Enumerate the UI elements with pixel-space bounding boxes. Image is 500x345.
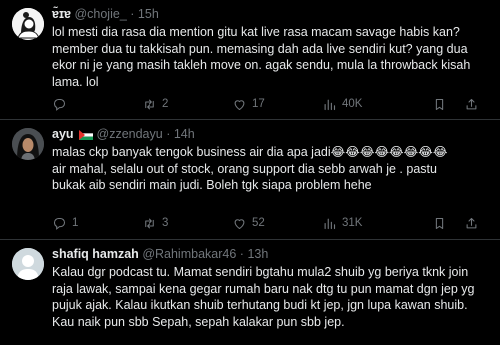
separator-dot: · bbox=[130, 7, 135, 21]
tweet-header: shafiq hamzah @Rahimbakar46 · 13h bbox=[52, 246, 268, 262]
reply-icon bbox=[52, 97, 67, 112]
action-bar: 1 3 52 31K bbox=[52, 214, 492, 232]
bookmark-button[interactable] bbox=[432, 214, 447, 232]
tweet[interactable]: ayu @zzendayu · 14h malas ckp banyak ten… bbox=[0, 120, 500, 240]
tweet-text: Kalau dgr podcast tu. Mamat sendiri bgta… bbox=[52, 265, 475, 329]
timestamp[interactable]: 13h bbox=[247, 247, 268, 261]
share-button[interactable] bbox=[464, 214, 479, 232]
repost-count: 3 bbox=[162, 217, 169, 229]
views-icon bbox=[322, 216, 337, 231]
repost-button[interactable]: 2 bbox=[142, 95, 168, 113]
avatar[interactable] bbox=[12, 128, 44, 160]
reply-count: 1 bbox=[72, 217, 79, 229]
avatar-photo bbox=[12, 128, 44, 160]
repost-count: 2 bbox=[162, 98, 169, 110]
views-icon bbox=[322, 97, 337, 112]
tweet[interactable]: ɐ̃ɪɐ @chojie_ · 15h lol mesti dia rasa d… bbox=[0, 0, 500, 120]
repost-icon bbox=[142, 97, 157, 112]
repost-icon bbox=[142, 216, 157, 231]
like-icon bbox=[232, 216, 247, 231]
bookmark-button[interactable] bbox=[432, 95, 447, 113]
view-count: 40K bbox=[342, 98, 363, 110]
avatar[interactable] bbox=[12, 8, 44, 40]
share-icon bbox=[464, 97, 479, 112]
bookmark-icon bbox=[432, 216, 447, 231]
views-button[interactable]: 40K bbox=[322, 95, 362, 113]
user-handle[interactable]: @chojie_ bbox=[74, 7, 126, 21]
timestamp[interactable]: 14h bbox=[174, 127, 195, 141]
repost-button[interactable]: 3 bbox=[142, 214, 168, 232]
display-name[interactable]: ɐ̃ɪɐ bbox=[52, 7, 71, 21]
reply-icon bbox=[52, 216, 67, 231]
tweet-header: ayu @zzendayu · 14h bbox=[52, 126, 195, 144]
display-name[interactable]: shafiq hamzah bbox=[52, 247, 139, 261]
tweet-header: ɐ̃ɪɐ @chojie_ · 15h bbox=[52, 6, 159, 22]
view-count: 31K bbox=[342, 217, 363, 229]
reply-button[interactable]: 1 bbox=[52, 214, 78, 232]
timestamp[interactable]: 15h bbox=[138, 7, 159, 21]
share-button[interactable] bbox=[464, 95, 479, 113]
share-icon bbox=[464, 216, 479, 231]
tweet-text: lol mesti dia rasa dia mention gitu kat … bbox=[52, 25, 471, 89]
tweet-feed: ɐ̃ɪɐ @chojie_ · 15h lol mesti dia rasa d… bbox=[0, 0, 500, 345]
reply-button[interactable] bbox=[52, 95, 72, 113]
tweet[interactable]: shafiq hamzah @Rahimbakar46 · 13h Kalau … bbox=[0, 240, 500, 345]
like-icon bbox=[232, 97, 247, 112]
action-bar: 2 17 40K bbox=[52, 95, 492, 113]
like-count: 52 bbox=[252, 217, 265, 229]
like-count: 17 bbox=[252, 98, 265, 110]
tweet-text: malas ckp banyak tengok business air dia… bbox=[52, 145, 448, 192]
like-button[interactable]: 17 bbox=[232, 95, 265, 113]
views-button[interactable]: 31K bbox=[322, 214, 362, 232]
display-name[interactable]: ayu bbox=[52, 127, 74, 141]
separator-dot: · bbox=[166, 127, 171, 141]
separator-dot: · bbox=[239, 247, 244, 261]
user-handle[interactable]: @zzendayu bbox=[97, 127, 163, 141]
default-avatar-icon bbox=[12, 248, 44, 280]
like-button[interactable]: 52 bbox=[232, 214, 265, 232]
palestine-flag-icon bbox=[79, 128, 94, 144]
bookmark-icon bbox=[432, 97, 447, 112]
user-handle[interactable]: @Rahimbakar46 bbox=[142, 247, 236, 261]
avatar[interactable] bbox=[12, 248, 44, 280]
avatar-illustration bbox=[12, 8, 44, 40]
